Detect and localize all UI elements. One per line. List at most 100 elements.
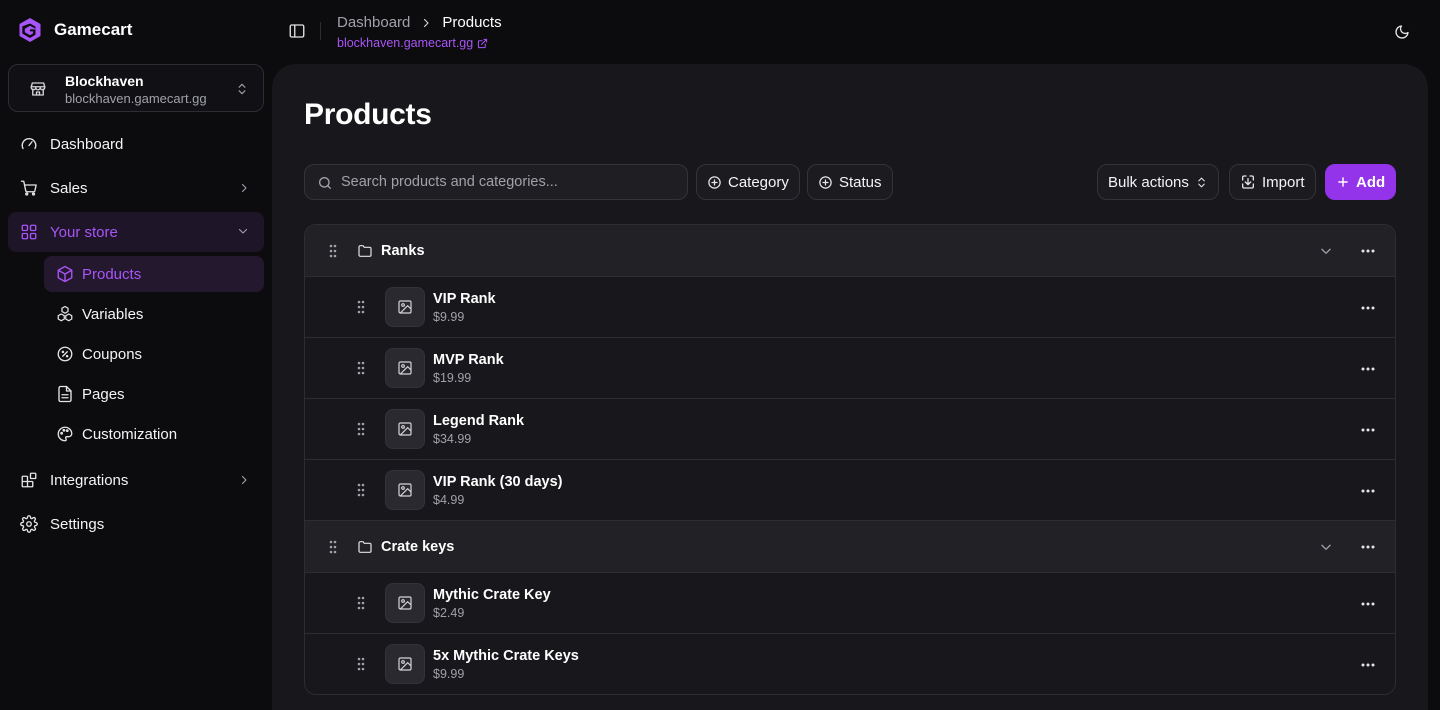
chevrons-up-down-icon	[235, 81, 249, 97]
grip-vertical-icon[interactable]	[357, 300, 365, 314]
sidebar-subitem-customization[interactable]: Customization	[44, 416, 264, 452]
more-horizontal-icon[interactable]	[1357, 358, 1379, 380]
product-name: VIP Rank	[433, 291, 496, 307]
status-filter-button[interactable]: Status	[807, 164, 893, 200]
brand-name: Gamecart	[54, 20, 133, 39]
sidebar-item-integrations[interactable]: Integrations	[8, 460, 264, 500]
import-button[interactable]: Import	[1229, 164, 1316, 200]
search-input[interactable]	[341, 165, 681, 199]
image-icon	[397, 656, 413, 672]
store-icon	[29, 80, 47, 98]
image-icon	[397, 482, 413, 498]
category-filter-button[interactable]: Category	[696, 164, 800, 200]
badge-percent-icon	[56, 345, 74, 363]
more-horizontal-icon[interactable]	[1357, 654, 1379, 676]
bulk-actions-label: Bulk actions	[1108, 173, 1189, 191]
moon-icon[interactable]	[1394, 24, 1410, 40]
sidebar: Gamecart Blockhaven blockhaven.gamecart.…	[0, 0, 272, 710]
chevrons-up-down-icon	[1195, 175, 1208, 190]
product-row[interactable]: 5x Mythic Crate Keys $9.99	[305, 634, 1395, 694]
sidebar-item-label: Coupons	[82, 346, 143, 363]
category-row[interactable]: Crate keys	[305, 521, 1395, 573]
product-row[interactable]: Mythic Crate Key $2.49	[305, 573, 1395, 634]
sidebar-item-your-store[interactable]: Your store	[8, 212, 264, 252]
more-horizontal-icon[interactable]	[1357, 536, 1379, 558]
sidebar-item-label: Integrations	[50, 472, 129, 489]
grip-vertical-icon[interactable]	[357, 422, 365, 436]
sidebar-subitem-pages[interactable]: Pages	[44, 376, 264, 412]
sidebar-item-label: Pages	[82, 386, 125, 403]
grip-vertical-icon[interactable]	[357, 483, 365, 497]
grip-vertical-icon[interactable]	[357, 657, 365, 671]
more-horizontal-icon[interactable]	[1357, 240, 1379, 262]
sidebar-item-settings[interactable]: Settings	[8, 504, 264, 544]
sidebar-subitem-coupons[interactable]: Coupons	[44, 336, 264, 372]
chevron-down-icon	[236, 225, 250, 237]
gamecart-logo-icon	[18, 17, 42, 43]
product-row[interactable]: MVP Rank $19.99	[305, 338, 1395, 399]
more-horizontal-icon[interactable]	[1357, 419, 1379, 441]
breadcrumb: Dashboard Products	[337, 14, 502, 31]
sidebar-item-label: Dashboard	[50, 136, 124, 153]
store-link[interactable]: blockhaven.gamecart.gg	[337, 36, 488, 50]
grip-vertical-icon[interactable]	[329, 244, 337, 258]
product-price: $34.99	[433, 432, 472, 446]
product-image-placeholder	[385, 287, 425, 327]
bulk-actions-button[interactable]: Bulk actions	[1097, 164, 1219, 200]
product-price: $9.99	[433, 667, 465, 681]
import-label: Import	[1262, 173, 1305, 191]
import-icon	[1240, 174, 1256, 190]
product-price: $2.49	[433, 606, 465, 620]
sidebar-toggle-icon[interactable]	[288, 22, 306, 40]
product-name: MVP Rank	[433, 352, 504, 368]
grip-vertical-icon[interactable]	[329, 540, 337, 554]
folder-icon	[357, 539, 373, 555]
search-box	[304, 164, 688, 200]
store-switcher[interactable]: Blockhaven blockhaven.gamecart.gg	[8, 64, 264, 112]
grip-vertical-icon[interactable]	[357, 596, 365, 610]
sidebar-subitem-products[interactable]: Products	[44, 256, 264, 292]
add-label: Add	[1356, 173, 1386, 191]
products-table: Ranks VIP Rank $9.99 MVP Rank $19.99 Leg…	[304, 224, 1396, 695]
sidebar-item-label: Your store	[50, 224, 118, 241]
brand[interactable]: Gamecart	[18, 17, 132, 43]
file-text-icon	[56, 385, 74, 403]
gauge-icon	[20, 135, 38, 153]
image-icon	[397, 595, 413, 611]
product-row[interactable]: VIP Rank (30 days) $4.99	[305, 460, 1395, 521]
product-price: $9.99	[433, 310, 465, 324]
sidebar-item-sales[interactable]: Sales	[8, 168, 264, 208]
package-icon	[56, 265, 74, 283]
product-image-placeholder	[385, 348, 425, 388]
add-button[interactable]: Add	[1325, 164, 1397, 200]
product-row[interactable]: VIP Rank $9.99	[305, 277, 1395, 338]
page-title: Products	[304, 98, 432, 131]
store-domain: blockhaven.gamecart.gg	[65, 91, 207, 106]
palette-icon	[56, 425, 74, 443]
search-icon	[317, 175, 333, 191]
chevron-down-icon[interactable]	[1319, 244, 1333, 258]
image-icon	[397, 360, 413, 376]
chevron-down-icon[interactable]	[1319, 540, 1333, 554]
sidebar-item-dashboard[interactable]: Dashboard	[8, 124, 264, 164]
plus-circle-icon	[707, 175, 722, 190]
product-name: Mythic Crate Key	[433, 587, 551, 603]
product-image-placeholder	[385, 583, 425, 623]
sidebar-item-label: Sales	[50, 180, 88, 197]
more-horizontal-icon[interactable]	[1357, 593, 1379, 615]
category-row[interactable]: Ranks	[305, 225, 1395, 277]
more-horizontal-icon[interactable]	[1357, 480, 1379, 502]
sidebar-subitem-variables[interactable]: Variables	[44, 296, 264, 332]
layout-grid-icon	[20, 223, 38, 241]
chevron-right-icon	[238, 181, 250, 195]
divider	[320, 22, 321, 40]
more-horizontal-icon[interactable]	[1357, 297, 1379, 319]
product-name: VIP Rank (30 days)	[433, 474, 563, 490]
boxes-icon	[56, 305, 74, 323]
product-row[interactable]: Legend Rank $34.99	[305, 399, 1395, 460]
product-image-placeholder	[385, 409, 425, 449]
breadcrumb-dashboard[interactable]: Dashboard	[337, 14, 410, 31]
product-name: 5x Mythic Crate Keys	[433, 648, 579, 664]
gear-icon	[20, 515, 38, 533]
grip-vertical-icon[interactable]	[357, 361, 365, 375]
